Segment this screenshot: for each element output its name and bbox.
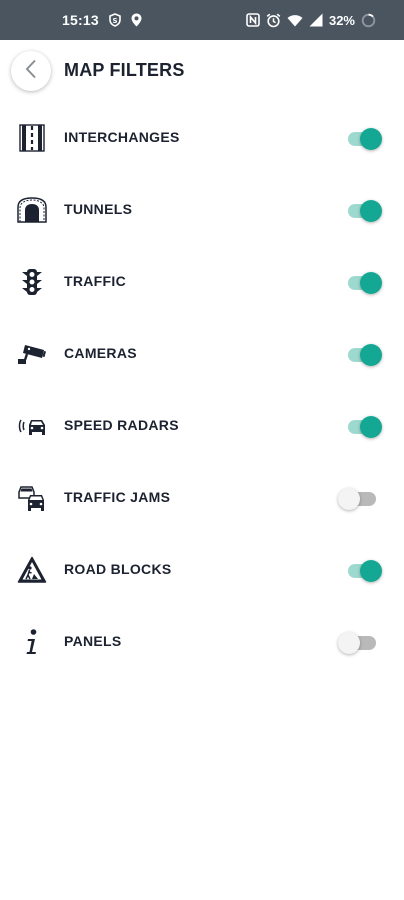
filter-label: CAMERAS — [64, 345, 137, 361]
filter-row-tunnels[interactable]: TUNNELS — [0, 174, 404, 246]
interchange-icon — [16, 122, 48, 154]
tunnel-icon — [16, 194, 48, 226]
signal-icon — [309, 13, 323, 27]
shield-icon: S — [109, 13, 121, 27]
toggle-road-blocks[interactable] — [344, 560, 384, 582]
back-button[interactable] — [11, 51, 51, 91]
filter-label: TRAFFIC JAMS — [64, 489, 171, 505]
toggle-panels[interactable] — [338, 632, 384, 654]
filter-row-speed-radars[interactable]: SPEED RADARS — [0, 390, 404, 462]
filter-list: INTERCHANGES TUNNELS TRAFFIC CAMERAS SPE… — [0, 102, 404, 678]
filter-label: INTERCHANGES — [64, 129, 180, 145]
nfc-icon — [246, 13, 260, 27]
alarm-icon — [266, 13, 281, 28]
filter-label: TRAFFIC — [64, 273, 126, 289]
toggle-traffic[interactable] — [344, 272, 384, 294]
toggle-interchanges[interactable] — [344, 128, 384, 150]
traffic-jam-icon — [16, 482, 48, 514]
svg-text:S: S — [112, 17, 117, 25]
toggle-tunnels[interactable] — [344, 200, 384, 222]
status-bar: 15:13 S 32% — [0, 0, 404, 40]
chevron-left-icon — [25, 59, 37, 84]
location-icon — [131, 13, 142, 27]
app-header: MAP FILTERS — [0, 40, 404, 104]
filter-row-road-blocks[interactable]: ROAD BLOCKS — [0, 534, 404, 606]
filter-label: TUNNELS — [64, 201, 133, 217]
toggle-traffic-jams[interactable] — [338, 488, 384, 510]
filter-row-panels[interactable]: PANELS — [0, 606, 404, 678]
filter-row-traffic-jams[interactable]: TRAFFIC JAMS — [0, 462, 404, 534]
traffic-light-icon — [16, 266, 48, 298]
filter-row-cameras[interactable]: CAMERAS — [0, 318, 404, 390]
filter-label: ROAD BLOCKS — [64, 561, 172, 577]
filter-row-traffic[interactable]: TRAFFIC — [0, 246, 404, 318]
info-icon — [16, 626, 48, 658]
wifi-icon — [287, 14, 303, 27]
status-time: 15:13 — [62, 12, 99, 28]
road-block-icon — [16, 554, 48, 586]
filter-label: SPEED RADARS — [64, 417, 179, 433]
camera-icon — [16, 338, 48, 370]
toggle-speed-radars[interactable] — [344, 416, 384, 438]
page-title: MAP FILTERS — [64, 60, 185, 80]
filter-row-interchanges[interactable]: INTERCHANGES — [0, 102, 404, 174]
filter-label: PANELS — [64, 633, 122, 649]
speed-radar-icon — [16, 410, 48, 442]
battery-percent: 32% — [328, 12, 355, 28]
battery-icon — [361, 13, 376, 28]
toggle-cameras[interactable] — [344, 344, 384, 366]
